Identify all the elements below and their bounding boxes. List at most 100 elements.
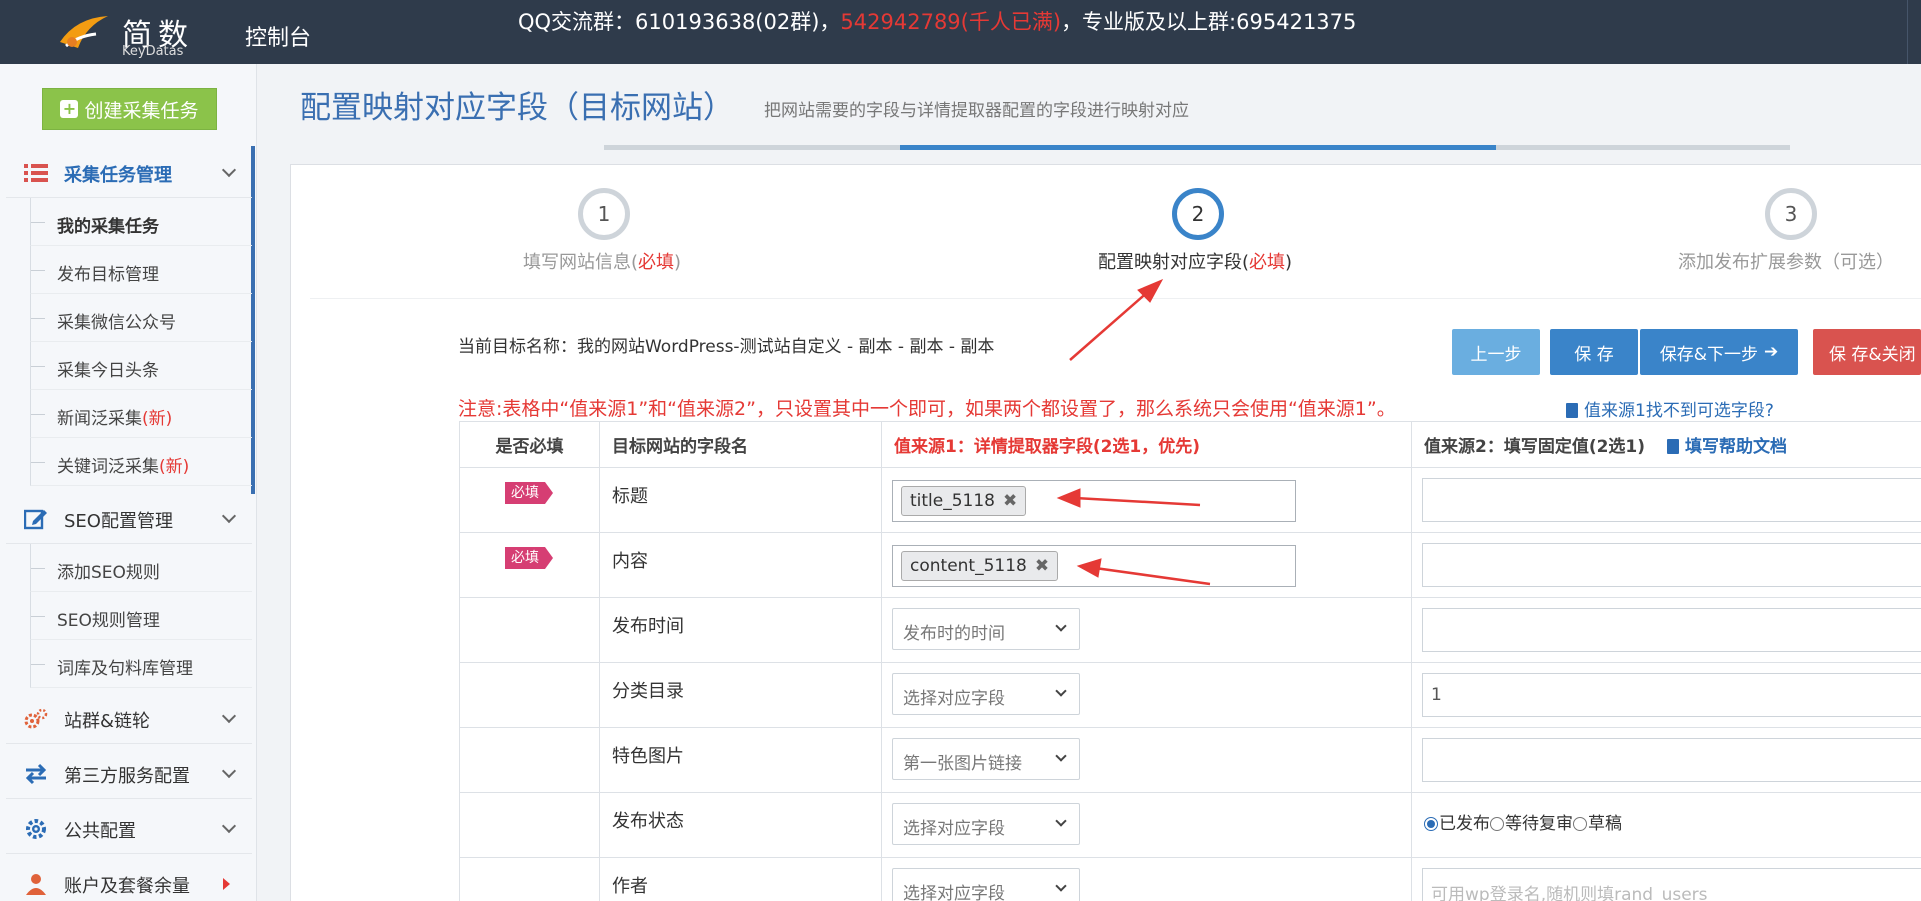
step-line-2 bbox=[900, 145, 1496, 150]
step-1-label[interactable]: 填写网站信息(必填) bbox=[523, 248, 681, 274]
source1-multiselect[interactable]: title_5118 ✖ bbox=[892, 480, 1296, 522]
selected-chip[interactable]: content_5118 ✖ bbox=[901, 551, 1059, 581]
table-row: 发布状态 选择对应字段 已发布 等待复审 草稿 bbox=[459, 792, 1921, 858]
fixed-value-input[interactable] bbox=[1422, 478, 1921, 522]
field-name: 标题 bbox=[599, 467, 882, 533]
source1-select[interactable]: 发布时的时间 bbox=[892, 608, 1080, 650]
logo[interactable]: 简数 KeyDatas bbox=[56, 8, 206, 59]
gears-icon bbox=[24, 708, 48, 729]
sidebar-section-public-config[interactable]: 公共配置 bbox=[6, 804, 252, 854]
book-icon bbox=[1566, 403, 1578, 418]
fixed-value-input[interactable] bbox=[1422, 543, 1921, 587]
chevron-down-icon bbox=[1055, 815, 1067, 827]
sidebar-section-third-party[interactable]: 第三方服务配置 bbox=[6, 749, 252, 799]
logo-icon bbox=[60, 16, 108, 48]
source1-select[interactable]: 第一张图片链接 bbox=[892, 738, 1080, 780]
save-next-button[interactable]: 保存&下一步 ➔ bbox=[1640, 329, 1798, 375]
chevron-down-icon bbox=[1055, 880, 1067, 892]
divider bbox=[310, 298, 1921, 299]
page-description: 把网站需要的字段与详情提取器配置的字段进行映射对应 bbox=[764, 101, 1189, 121]
table-row: 必填 标题 title_5118 ✖ bbox=[459, 467, 1921, 533]
chevron-down-icon bbox=[221, 508, 237, 524]
qq-group-info: QQ交流群：610193638(02群)，542942789(千人已满)，专业版… bbox=[518, 6, 1356, 36]
chevron-down-icon bbox=[1055, 750, 1067, 762]
radio-pending[interactable]: 等待复审 bbox=[1490, 814, 1573, 834]
sidebar: + 创建采集任务 采集任务管理 我的采集任务 发布目标管理 采集微信公众号 采集… bbox=[0, 64, 257, 901]
table-row: 特色图片 第一张图片链接 bbox=[459, 727, 1921, 793]
page-title: 配置映射对应字段（目标网站） bbox=[300, 90, 734, 126]
sidebar-section-seo[interactable]: SEO配置管理 bbox=[6, 494, 252, 544]
new-badge: (新) bbox=[142, 409, 173, 429]
chevron-down-icon bbox=[221, 708, 237, 724]
radio-draft[interactable]: 草稿 bbox=[1573, 814, 1622, 834]
step-line-3 bbox=[1496, 145, 1790, 150]
sidebar-item-add-seo-rule[interactable]: 添加SEO规则 bbox=[30, 544, 252, 592]
sidebar-item-toutiao[interactable]: 采集今日头条 bbox=[30, 342, 252, 390]
source1-select[interactable]: 选择对应字段 bbox=[892, 868, 1080, 901]
col-source1: 值来源1：详情提取器字段(2选1，优先) bbox=[881, 421, 1412, 468]
create-task-label: 创建采集任务 bbox=[84, 99, 199, 122]
sidebar-item-publish-targets[interactable]: 发布目标管理 bbox=[30, 246, 252, 294]
col-source2: 值来源2：填写固定值(2选1) 填写帮助文档 bbox=[1411, 421, 1921, 468]
required-tag: 必填 bbox=[505, 547, 553, 569]
table-row: 作者 选择对应字段 可用wp登录名,随机则填rand_users bbox=[459, 857, 1921, 901]
sidebar-item-seo-rules[interactable]: SEO规则管理 bbox=[30, 592, 252, 640]
selected-chip[interactable]: title_5118 ✖ bbox=[901, 486, 1027, 516]
sidebar-section-label: SEO配置管理 bbox=[64, 511, 173, 532]
help-doc-link[interactable]: 填写帮助文档 bbox=[1667, 437, 1787, 457]
sidebar-section-label: 账户及套餐余量 bbox=[64, 876, 190, 897]
sidebar-item-lexicon[interactable]: 词库及句料库管理 bbox=[30, 640, 252, 688]
scrollbar[interactable] bbox=[1907, 0, 1921, 64]
table-row: 必填 内容 content_5118 ✖ bbox=[459, 532, 1921, 598]
list-icon bbox=[24, 164, 48, 182]
prev-step-button[interactable]: 上一步 bbox=[1452, 329, 1540, 375]
save-close-button[interactable]: 保 存&关闭 bbox=[1813, 329, 1921, 375]
fixed-value-input[interactable] bbox=[1422, 608, 1921, 652]
close-icon: ✖ bbox=[1034, 556, 1050, 576]
chevron-down-icon bbox=[1055, 685, 1067, 697]
create-task-button[interactable]: + 创建采集任务 bbox=[42, 88, 217, 130]
table-row: 分类目录 选择对应字段 1 bbox=[459, 662, 1921, 728]
help-link[interactable]: 值来源1找不到可选字段? bbox=[1566, 396, 1774, 421]
field-name: 内容 bbox=[599, 532, 882, 598]
step-1-circle[interactable]: 1 bbox=[578, 188, 630, 240]
gear-icon bbox=[26, 819, 46, 839]
sidebar-section-label: 采集任务管理 bbox=[64, 165, 172, 186]
sidebar-item-keyword-broad[interactable]: 关键词泛采集(新) bbox=[30, 438, 252, 486]
step-2-label[interactable]: 配置映射对应字段(必填) bbox=[1098, 248, 1292, 274]
chevron-down-icon bbox=[221, 818, 237, 834]
notice-text: 注意:表格中“值来源1”和“值来源2”，只设置其中一个即可，如果两个都设置了，那… bbox=[458, 398, 1396, 420]
save-button[interactable]: 保 存 bbox=[1550, 329, 1638, 375]
close-icon: ✖ bbox=[1003, 491, 1018, 511]
fixed-value-input[interactable]: 1 bbox=[1422, 673, 1921, 717]
step-line-1 bbox=[604, 145, 900, 150]
sidebar-section-tasks[interactable]: 采集任务管理 bbox=[6, 148, 252, 198]
sidebar-item-wechat[interactable]: 采集微信公众号 bbox=[30, 294, 252, 342]
arrow-right-icon: ➔ bbox=[1764, 342, 1779, 362]
sidebar-section-account[interactable]: 账户及套餐余量 bbox=[6, 859, 252, 901]
sidebar-section-label: 公共配置 bbox=[64, 821, 136, 842]
source1-select[interactable]: 选择对应字段 bbox=[892, 673, 1080, 715]
qq-prefix: QQ交流群：610193638(02群)， bbox=[518, 10, 841, 34]
step-2-circle[interactable]: 2 bbox=[1172, 188, 1224, 240]
source1-select[interactable]: 选择对应字段 bbox=[892, 803, 1080, 845]
user-icon bbox=[26, 874, 46, 895]
fixed-value-input[interactable] bbox=[1422, 738, 1921, 782]
edit-icon bbox=[24, 509, 47, 530]
console-title[interactable]: 控制台 bbox=[245, 20, 311, 52]
field-name: 发布时间 bbox=[599, 597, 882, 663]
source1-multiselect[interactable]: content_5118 ✖ bbox=[892, 545, 1296, 587]
sidebar-section-site-group[interactable]: 站群&链轮 bbox=[6, 694, 252, 744]
step-3-label[interactable]: 添加发布扩展参数（可选） bbox=[1678, 248, 1894, 274]
chevron-down-icon bbox=[221, 162, 237, 178]
new-badge: (新) bbox=[159, 457, 190, 477]
field-name: 发布状态 bbox=[599, 792, 882, 858]
radio-published[interactable]: 已发布 bbox=[1424, 814, 1490, 834]
step-3-circle[interactable]: 3 bbox=[1765, 188, 1817, 240]
sidebar-item-news-broad[interactable]: 新闻泛采集(新) bbox=[30, 390, 252, 438]
chevron-down-icon bbox=[221, 763, 237, 779]
table-row: 发布时间 发布时的时间 bbox=[459, 597, 1921, 663]
sidebar-section-label: 第三方服务配置 bbox=[64, 766, 190, 787]
author-input[interactable]: 可用wp登录名,随机则填rand_users bbox=[1422, 868, 1921, 901]
sidebar-item-my-tasks[interactable]: 我的采集任务 bbox=[30, 198, 252, 246]
